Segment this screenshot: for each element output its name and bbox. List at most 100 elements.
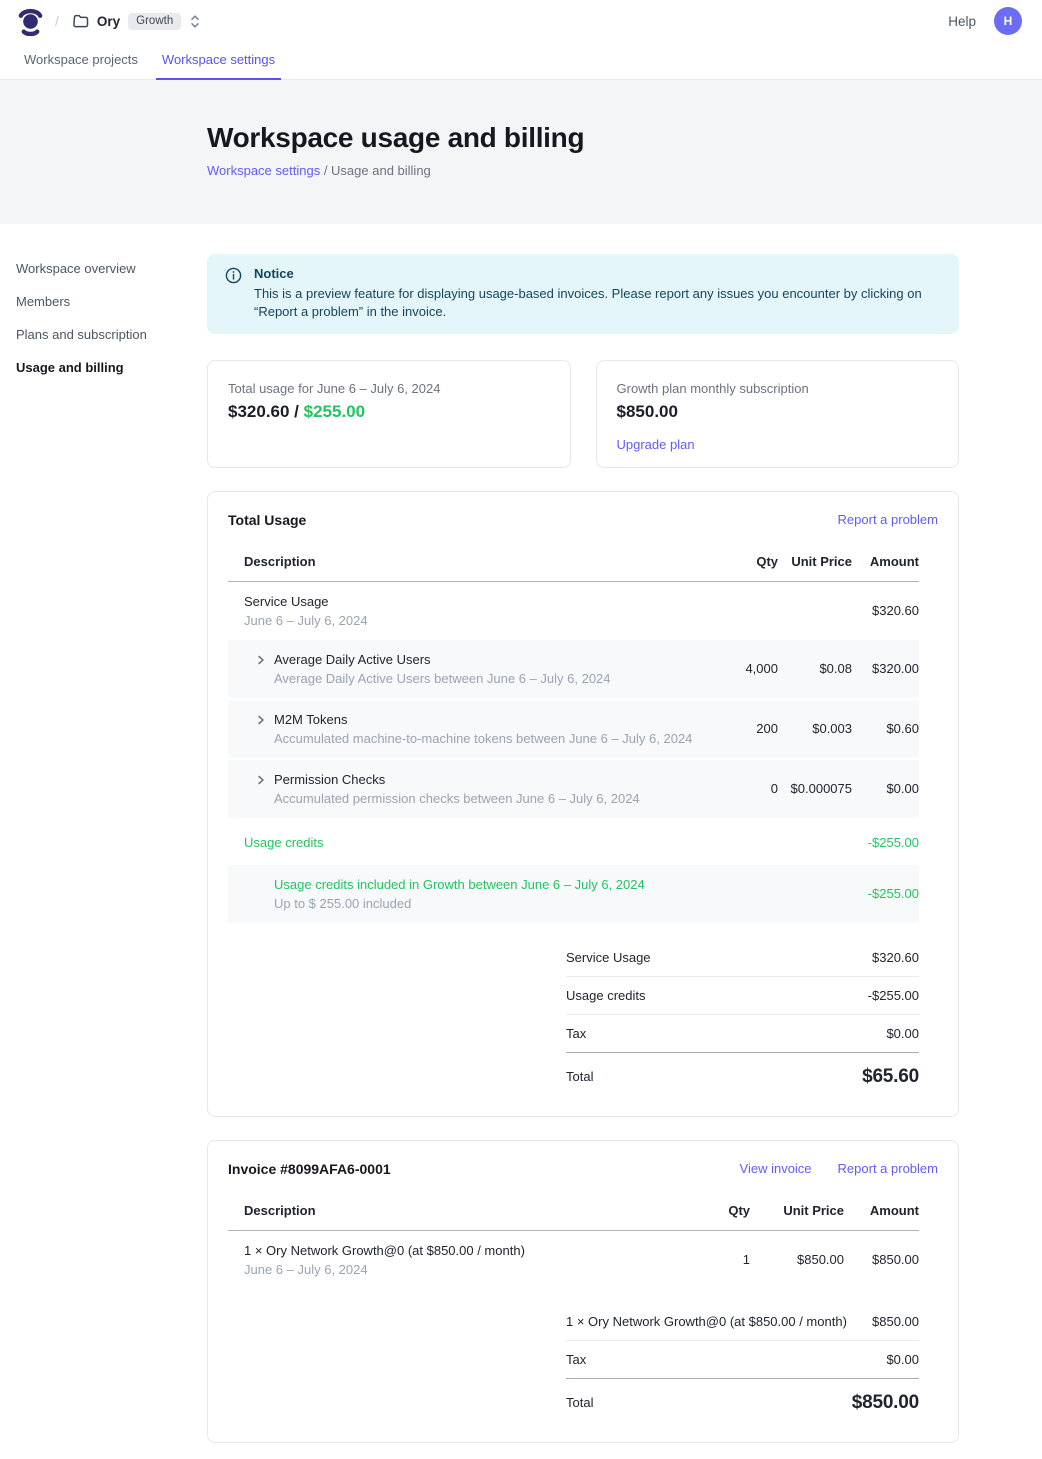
usage-used-amount: $320.60 [228, 402, 289, 421]
invoice-total-amount: $850.00 [852, 1392, 919, 1414]
summary-row-plan: 1 × Ory Network Growth@0 (at $850.00 / m… [566, 1303, 919, 1341]
settings-sidebar: Workspace overview Members Plans and sub… [0, 224, 207, 1459]
workspace-name: Ory [97, 14, 120, 29]
page-header: Workspace usage and billing Workspace se… [0, 80, 1042, 224]
expand-chevron-icon[interactable] [256, 774, 266, 786]
row-name: 1 × Ory Network Growth@0 (at $850.00 / m… [244, 1243, 525, 1258]
column-qty: Qty [698, 544, 778, 581]
invoice-card: Invoice #8099AFA6-0001 View invoice Repo… [207, 1140, 959, 1443]
summary-row-total: Total $850.00 [566, 1379, 919, 1418]
row-period: June 6 – July 6, 2024 [244, 1262, 525, 1277]
row-description: Accumulated permission checks between Ju… [274, 791, 640, 806]
column-unit-price: Unit Price [750, 1193, 844, 1230]
report-problem-link[interactable]: Report a problem [838, 1161, 938, 1176]
table-row-daily-active-users: Average Daily Active Users Average Daily… [228, 640, 919, 700]
row-unit-price: $0.08 [778, 661, 852, 676]
row-description: Average Daily Active Users between June … [274, 671, 611, 686]
usage-table-title: Total Usage [228, 512, 306, 528]
row-name: Usage credits included in Growth between… [274, 877, 645, 892]
tab-workspace-projects[interactable]: Workspace projects [18, 42, 144, 80]
total-usage-value: $320.60 / $255.00 [228, 402, 550, 422]
total-usage-table-card: Total Usage Report a problem Description… [207, 491, 959, 1117]
row-name: M2M Tokens [274, 712, 692, 727]
user-avatar[interactable]: H [994, 7, 1022, 35]
view-invoice-link[interactable]: View invoice [740, 1161, 812, 1176]
report-problem-link[interactable]: Report a problem [838, 512, 938, 527]
sidebar-item-plans-and-subscription[interactable]: Plans and subscription [16, 321, 197, 348]
row-period: June 6 – July 6, 2024 [244, 613, 368, 628]
sidebar-item-usage-and-billing[interactable]: Usage and billing [16, 354, 197, 381]
breadcrumb: Workspace settings / Usage and billing [207, 163, 1022, 178]
subscription-card: Growth plan monthly subscription $850.00… [596, 360, 960, 468]
breadcrumb-link-workspace-settings[interactable]: Workspace settings [207, 163, 320, 178]
row-amount: $320.00 [852, 661, 919, 676]
row-name: Usage credits [244, 835, 323, 850]
row-amount: -$255.00 [852, 835, 919, 850]
row-amount: -$255.00 [852, 886, 919, 901]
invoice-table-header: Description Qty Unit Price Amount [228, 1193, 919, 1231]
info-icon [225, 267, 242, 322]
row-name: Service Usage [244, 594, 368, 609]
workspace-switcher[interactable]: Ory Growth [71, 9, 203, 34]
plan-badge: Growth [128, 13, 181, 30]
table-row-permission-checks: Permission Checks Accumulated permission… [228, 760, 919, 820]
row-description: Up to $ 255.00 included [274, 896, 645, 911]
sidebar-item-members[interactable]: Members [16, 288, 197, 315]
invoice-totals: 1 × Ory Network Growth@0 (at $850.00 / m… [566, 1303, 919, 1418]
selector-chevrons-icon [189, 14, 201, 29]
summary-row-total: Total $65.60 [566, 1053, 919, 1092]
row-qty: 0 [698, 781, 778, 796]
row-unit-price: $0.000075 [778, 781, 852, 796]
row-qty: 200 [698, 721, 778, 736]
usage-included-amount: $255.00 [304, 402, 365, 421]
sidebar-item-workspace-overview[interactable]: Workspace overview [16, 255, 197, 282]
row-qty: 1 [670, 1252, 750, 1267]
subscription-label: Growth plan monthly subscription [617, 381, 939, 396]
subscription-amount: $850.00 [617, 402, 939, 422]
page-title: Workspace usage and billing [207, 122, 1022, 154]
upgrade-plan-link[interactable]: Upgrade plan [617, 437, 695, 452]
summary-row-service-usage: Service Usage $320.60 [566, 939, 919, 977]
tab-workspace-settings[interactable]: Workspace settings [156, 42, 281, 80]
breadcrumb-separator: / [55, 13, 59, 29]
table-row-m2m-tokens: M2M Tokens Accumulated machine-to-machin… [228, 700, 919, 760]
usage-total-amount: $65.60 [862, 1066, 919, 1088]
row-name: Permission Checks [274, 772, 640, 787]
workspace-tabs: Workspace projects Workspace settings [0, 42, 1042, 80]
row-unit-price: $0.003 [778, 721, 852, 736]
breadcrumb-current: Usage and billing [331, 163, 431, 178]
row-name: Average Daily Active Users [274, 652, 611, 667]
topbar: / Ory Growth Help H [0, 0, 1042, 42]
usage-totals: Service Usage $320.60 Usage credits -$25… [566, 939, 919, 1092]
summary-row-tax: Tax $0.00 [566, 1341, 919, 1379]
row-qty: 4,000 [698, 661, 778, 676]
help-link[interactable]: Help [948, 14, 976, 29]
expand-chevron-icon[interactable] [256, 714, 266, 726]
summary-row-tax: Tax $0.00 [566, 1015, 919, 1053]
ory-logo[interactable] [18, 7, 43, 36]
total-usage-card: Total usage for June 6 – July 6, 2024 $3… [207, 360, 571, 468]
row-description: Accumulated machine-to-machine tokens be… [274, 731, 692, 746]
column-amount: Amount [852, 544, 919, 581]
invoice-title: Invoice #8099AFA6-0001 [228, 1161, 391, 1177]
folder-icon [73, 14, 89, 28]
total-usage-label: Total usage for June 6 – July 6, 2024 [228, 381, 550, 396]
row-amount: $850.00 [844, 1252, 919, 1267]
expand-chevron-icon[interactable] [256, 654, 266, 666]
row-amount: $0.00 [852, 781, 919, 796]
table-row-usage-credits: Usage credits -$255.00 [228, 820, 919, 865]
column-unit-price: Unit Price [778, 544, 852, 581]
table-row-service-usage: Service Usage June 6 – July 6, 2024 $320… [228, 582, 919, 640]
column-description: Description [228, 1193, 670, 1230]
row-unit-price: $850.00 [750, 1252, 844, 1267]
breadcrumb-separator: / [320, 163, 331, 178]
column-qty: Qty [670, 1193, 750, 1230]
invoice-row-growth-plan: 1 × Ory Network Growth@0 (at $850.00 / m… [228, 1231, 919, 1289]
row-amount: $320.60 [852, 603, 919, 618]
notice-body: This is a preview feature for displaying… [254, 285, 941, 322]
summary-row-usage-credits: Usage credits -$255.00 [566, 977, 919, 1015]
column-amount: Amount [844, 1193, 919, 1230]
row-amount: $0.60 [852, 721, 919, 736]
notice-title: Notice [254, 266, 941, 281]
column-description: Description [228, 544, 698, 581]
